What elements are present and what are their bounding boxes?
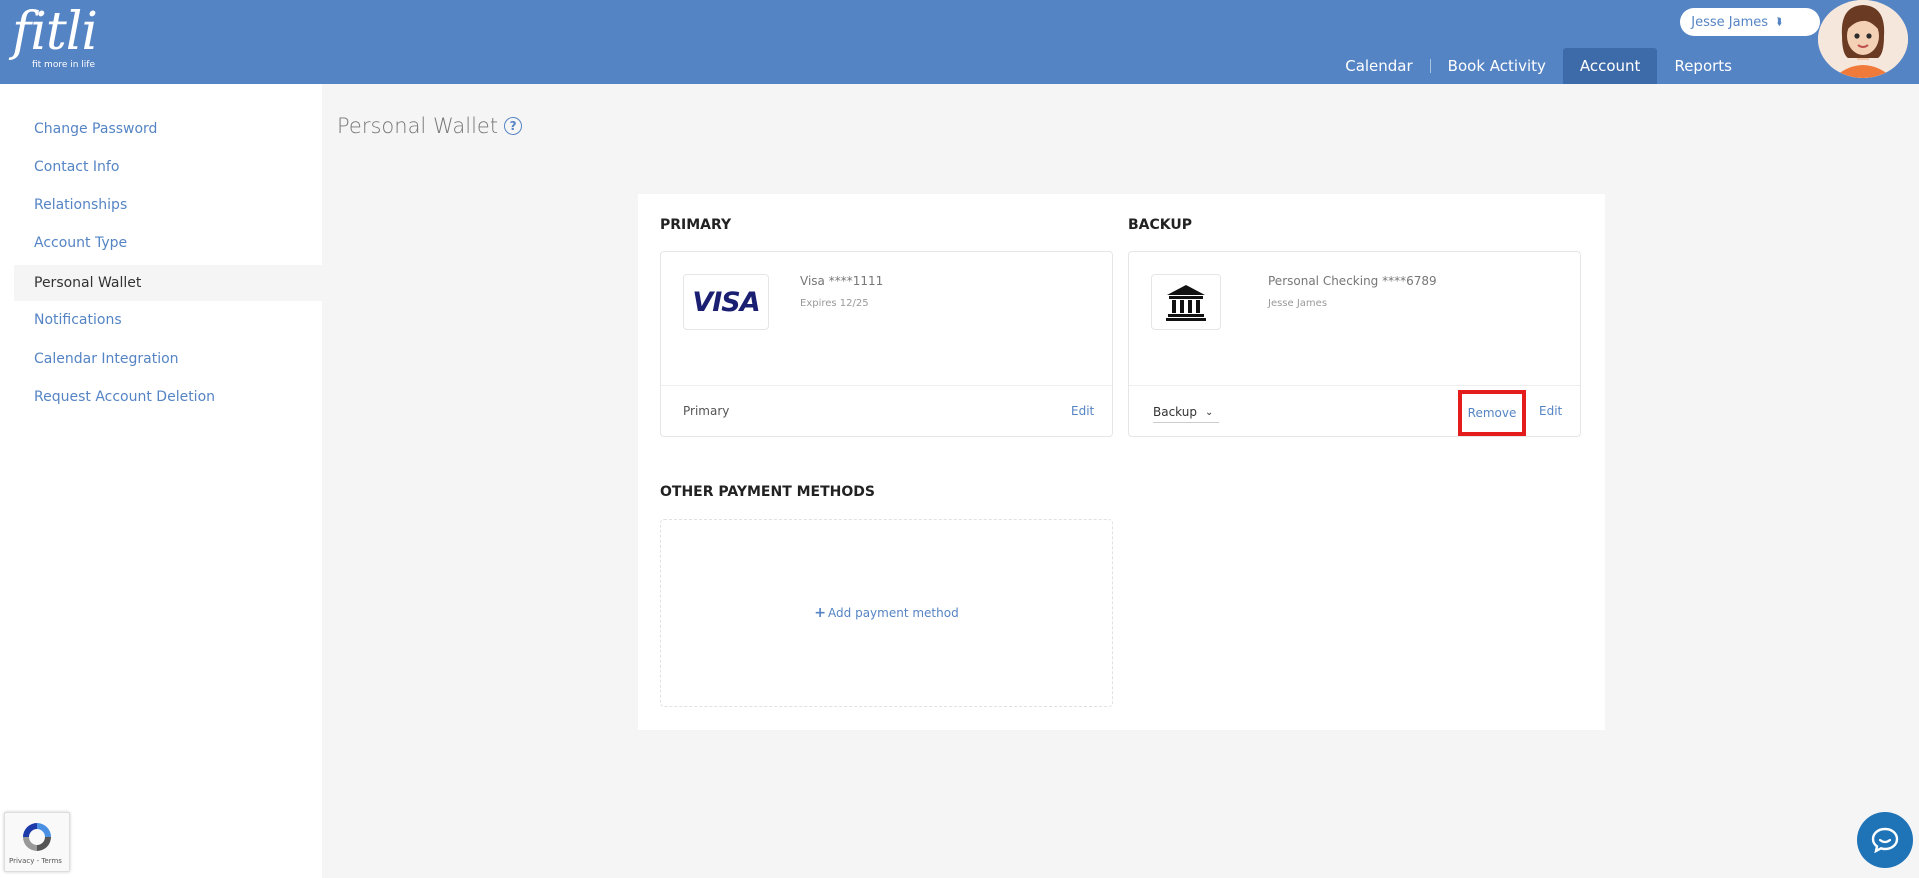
sidebar-item-personal-wallet[interactable]: Personal Wallet	[14, 265, 322, 301]
plus-icon: +	[814, 605, 827, 621]
primary-payment-card: VISA Visa ****1111 Expires 12/25 Primary…	[660, 251, 1113, 437]
user-name: Jesse James	[1691, 14, 1769, 30]
chat-bubble-icon	[1871, 827, 1899, 854]
help-icon[interactable]: ?	[504, 117, 523, 135]
main-nav: Calendar Book Activity Account Reports	[1328, 48, 1919, 84]
logo-word: fitli	[12, 2, 98, 62]
page-title: Personal Wallet ?	[337, 114, 523, 138]
backup-edit-link[interactable]: Edit	[1539, 404, 1562, 418]
backup-payment-card: Personal Checking ****6789 Jesse James B…	[1128, 251, 1581, 437]
remove-label: Remove	[1467, 406, 1517, 420]
user-menu[interactable]: Jesse James ⮯	[1680, 8, 1820, 36]
remove-button[interactable]: Remove	[1458, 390, 1526, 436]
add-payment-method-link[interactable]: + Add payment method	[814, 605, 958, 621]
sidebar-item-calendar-integration[interactable]: Calendar Integration	[14, 341, 322, 377]
backup-section-label: BACKUP	[1128, 217, 1193, 233]
bank-icon	[1166, 285, 1206, 321]
account-number: Personal Checking ****6789	[1268, 274, 1437, 288]
visa-logo: VISA	[683, 274, 769, 330]
fitli-logo[interactable]: fitli fit more in life	[12, 2, 98, 70]
app-header: fitli fit more in life Jesse James ⮯ Cal…	[0, 0, 1919, 84]
sidebar-item-change-password[interactable]: Change Password	[14, 111, 322, 147]
bank-logo	[1151, 274, 1221, 330]
other-methods-section-label: OTHER PAYMENT METHODS	[660, 484, 875, 500]
logo-tagline: fit more in life	[32, 60, 96, 70]
nav-book-activity[interactable]: Book Activity	[1431, 48, 1563, 84]
payment-role-value: Backup	[1153, 405, 1197, 419]
add-payment-label: Add payment method	[828, 606, 959, 620]
account-holder: Jesse James	[1268, 298, 1328, 309]
sidebar-item-relationships[interactable]: Relationships	[14, 187, 322, 223]
primary-edit-link[interactable]: Edit	[1071, 404, 1094, 418]
sidebar-item-contact-info[interactable]: Contact Info	[14, 149, 322, 185]
recaptcha-icon	[23, 823, 51, 851]
chevron-down-icon: ⌄	[1205, 406, 1214, 418]
card-footer: Backup ⌄ Remove Edit	[1129, 385, 1580, 438]
add-payment-area: + Add payment method	[660, 519, 1113, 707]
sidebar-item-request-account-deletion[interactable]: Request Account Deletion	[14, 379, 322, 415]
nav-reports[interactable]: Reports	[1657, 48, 1749, 84]
visa-logo-text: VISA	[692, 286, 760, 318]
recaptcha-badge[interactable]: Privacy - Terms	[4, 812, 70, 872]
wallet-panel: PRIMARY BACKUP VISA Visa ****1111 Expire…	[638, 194, 1605, 730]
nav-account[interactable]: Account	[1562, 48, 1658, 84]
card-expiry: Expires 12/25	[800, 298, 869, 309]
sidebar-item-notifications[interactable]: Notifications	[14, 302, 322, 338]
primary-section-label: PRIMARY	[660, 217, 732, 233]
card-footer: Primary Edit	[661, 385, 1112, 438]
sidebar-item-account-type[interactable]: Account Type	[14, 225, 322, 261]
chevron-double-down-icon: ⮯	[1776, 16, 1782, 28]
payment-role-select[interactable]: Backup ⌄	[1153, 402, 1219, 423]
nav-calendar[interactable]: Calendar	[1328, 48, 1429, 84]
card-number: Visa ****1111	[800, 274, 884, 288]
recaptcha-links: Privacy - Terms	[9, 857, 62, 865]
chat-button[interactable]	[1857, 812, 1913, 868]
page-title-text: Personal Wallet	[337, 114, 499, 138]
account-sidebar: Change Password Contact Info Relationshi…	[0, 84, 322, 878]
primary-status-label: Primary	[683, 404, 730, 418]
